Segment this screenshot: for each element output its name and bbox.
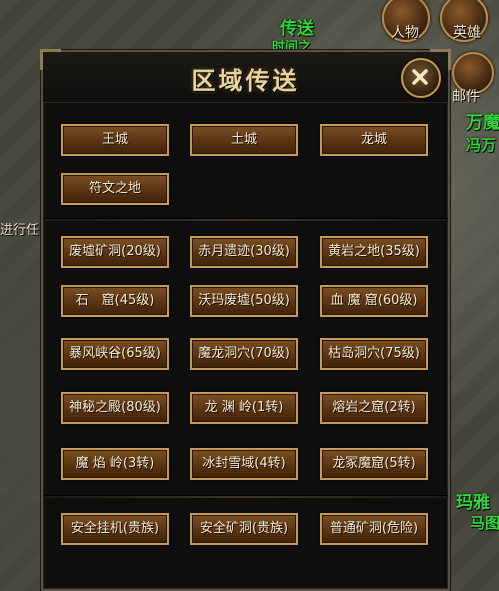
teleport-button[interactable]: 血 魔 窟(60级) bbox=[320, 285, 428, 317]
dialog-title: 区域传送 bbox=[191, 67, 300, 95]
teleport-button[interactable]: 赤月遗迹(30级) bbox=[190, 236, 298, 268]
npc-name-wanmo[interactable]: 万魔 bbox=[466, 108, 499, 133]
teleport-button[interactable]: 魔龙洞穴(70级) bbox=[190, 338, 298, 370]
hero-label: 英雄 bbox=[453, 25, 481, 41]
teleport-button-safe-afk[interactable]: 安全挂机(贵族) bbox=[61, 513, 169, 545]
teleport-button[interactable]: 废墟矿洞(20级) bbox=[61, 236, 169, 268]
teleport-button-dragon-city[interactable]: 龙城 bbox=[320, 124, 428, 156]
npc-name-maya[interactable]: 玛雅 bbox=[456, 488, 490, 513]
npc-name-ma[interactable]: 马图 bbox=[470, 512, 499, 533]
teleport-button[interactable]: 魔 焰 岭(3转) bbox=[61, 448, 169, 480]
mail-label: 邮件 bbox=[452, 89, 480, 105]
close-icon bbox=[412, 69, 428, 85]
teleport-button[interactable]: 龙冢魔窟(5转) bbox=[320, 448, 428, 480]
teleport-button[interactable]: 黄岩之地(35级) bbox=[320, 236, 428, 268]
quest-tracker-label[interactable]: 进行任 bbox=[0, 219, 39, 238]
npc-name-feng[interactable]: 冯万 bbox=[466, 134, 496, 155]
teleport-button[interactable]: 枯岛洞穴(75级) bbox=[320, 338, 428, 370]
teleport-button[interactable]: 沃玛废墟(50级) bbox=[190, 285, 298, 317]
section-divider bbox=[43, 218, 448, 221]
region-teleport-dialog: 区域传送 王城 土城 龙城 符文之地 废墟矿洞(20级) 赤月遗迹(30级) 黄… bbox=[40, 49, 451, 591]
teleport-button-normal-mine[interactable]: 普通矿洞(危险) bbox=[320, 513, 428, 545]
teleport-button[interactable]: 暴风峡谷(65级) bbox=[61, 338, 169, 370]
teleport-button[interactable]: 熔岩之窟(2转) bbox=[320, 392, 428, 424]
close-button[interactable] bbox=[401, 58, 441, 98]
teleport-button-royal-city[interactable]: 王城 bbox=[61, 124, 169, 156]
character-label: 人物 bbox=[391, 25, 419, 41]
section-divider bbox=[43, 495, 448, 498]
teleport-button[interactable]: 石 窟(45级) bbox=[61, 285, 169, 317]
teleport-button-rune-land[interactable]: 符文之地 bbox=[61, 173, 169, 205]
dialog-title-bar: 区域传送 bbox=[43, 52, 448, 103]
teleport-button[interactable]: 神秘之殿(80级) bbox=[61, 392, 169, 424]
teleport-button[interactable]: 龙 渊 岭(1转) bbox=[190, 392, 298, 424]
teleport-button[interactable]: 冰封雪域(4转) bbox=[190, 448, 298, 480]
teleport-button-earth-city[interactable]: 土城 bbox=[190, 124, 298, 156]
teleport-button-safe-mine[interactable]: 安全矿洞(贵族) bbox=[190, 513, 298, 545]
